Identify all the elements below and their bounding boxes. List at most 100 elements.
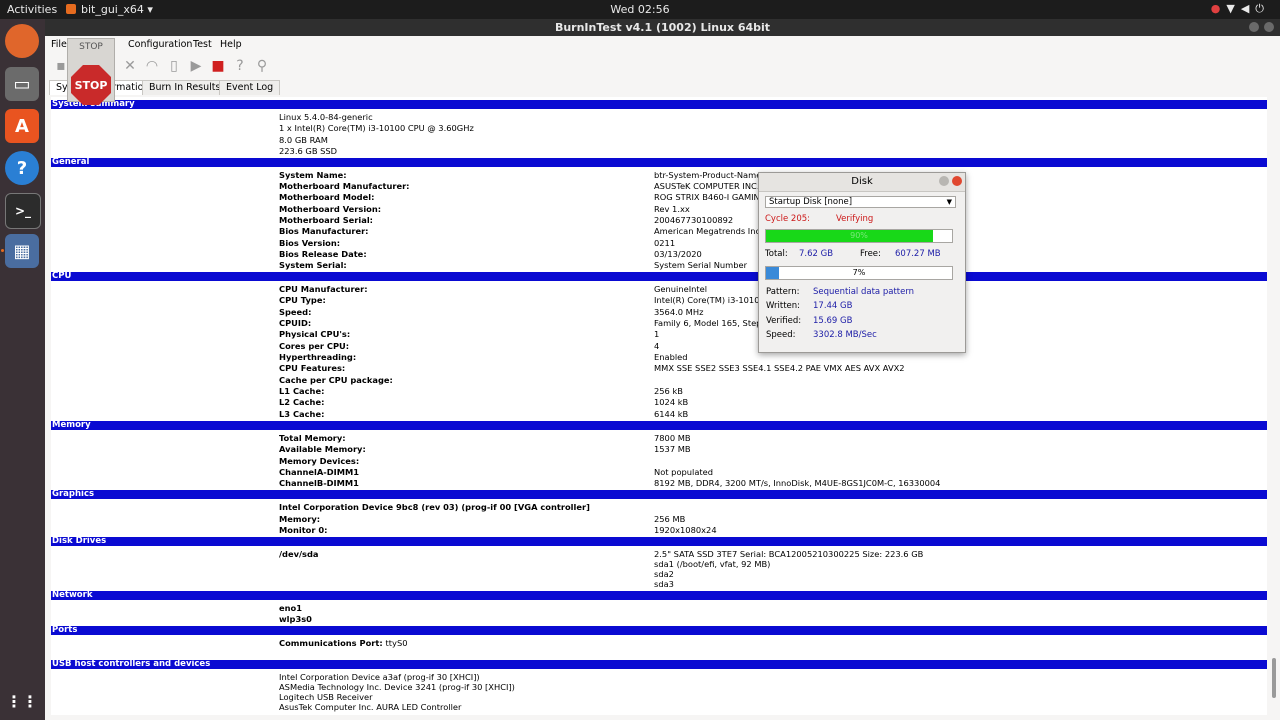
clipboard-icon[interactable]: ▯ bbox=[166, 58, 182, 74]
apps-grid-icon[interactable]: ⋮⋮ bbox=[5, 684, 39, 718]
disk-partition: sda3 bbox=[654, 579, 674, 589]
disk-select-dropdown[interactable]: Startup Disk [none] ▼ bbox=[765, 196, 956, 208]
speed-label: Speed: bbox=[766, 330, 796, 340]
menu-bar: File Configuration Test Help bbox=[45, 36, 1280, 53]
help-icon[interactable]: ? bbox=[5, 151, 39, 185]
general-value: ASUSTeK COMPUTER INC. bbox=[654, 181, 760, 191]
cpu-label: Speed: bbox=[279, 307, 312, 317]
menu-file[interactable]: File bbox=[51, 39, 67, 50]
memory-label: ChannelB-DIMM1 bbox=[279, 478, 359, 488]
general-value: 0211 bbox=[654, 238, 676, 248]
general-label: System Name: bbox=[279, 170, 347, 180]
cpu-value: Intel(R) Core(TM) i3-10100 bbox=[654, 295, 765, 305]
activities-button[interactable]: Activities bbox=[7, 3, 57, 16]
total-label: Total: bbox=[765, 249, 788, 259]
written-value: 17.44 GB bbox=[813, 301, 853, 311]
disk-minimize-button[interactable] bbox=[939, 176, 949, 186]
disk-close-button[interactable] bbox=[952, 176, 962, 186]
system-tray[interactable]: ●▼◀⏻ bbox=[1211, 2, 1270, 16]
tab-burn-in-results[interactable]: Burn In Results bbox=[142, 80, 228, 95]
cpu-value: Family 6, Model 165, Step bbox=[654, 318, 762, 328]
general-value: American Megatrends Inc. bbox=[654, 226, 763, 236]
window-titlebar[interactable]: BurnInTest v4.1 (1002) Linux 64bit bbox=[45, 19, 1280, 36]
free-label: Free: bbox=[860, 249, 881, 259]
summary-line: 1 x Intel(R) Core(TM) i3-10100 CPU @ 3.6… bbox=[279, 123, 474, 133]
section-header-disk-drives: Disk Drives bbox=[51, 537, 1267, 546]
cpu-value: 3564.0 MHz bbox=[654, 307, 704, 317]
section-header-cpu: CPU bbox=[51, 272, 1267, 281]
app-menu[interactable]: bit_gui_x64 ▾ bbox=[66, 3, 153, 16]
general-label: System Serial: bbox=[279, 260, 347, 270]
terminal-icon[interactable]: >_ bbox=[5, 193, 41, 229]
play-icon[interactable]: ▶ bbox=[188, 58, 204, 74]
camera-icon: ● bbox=[1210, 2, 1227, 15]
cpu-value: 1024 kB bbox=[654, 397, 689, 407]
general-label: Bios Release Date: bbox=[279, 249, 367, 259]
free-value: 607.27 MB bbox=[895, 249, 941, 259]
window-title: BurnInTest v4.1 (1002) Linux 64bit bbox=[554, 21, 771, 34]
section-header-ports: Ports bbox=[51, 626, 1267, 635]
scrollbar-thumb[interactable] bbox=[1272, 658, 1276, 698]
disk-test-window: Disk Startup Disk [none] ▼ Cycle 205: Ve… bbox=[758, 172, 966, 353]
menu-test[interactable]: Test bbox=[193, 39, 212, 50]
memory-label: Memory Devices: bbox=[279, 456, 360, 466]
ports-value: ttyS0 bbox=[385, 638, 408, 648]
graphics-label: Monitor 0: bbox=[279, 525, 328, 535]
general-label: Motherboard Version: bbox=[279, 204, 382, 214]
cpu-label: L3 Cache: bbox=[279, 409, 325, 419]
network-interface: eno1 bbox=[279, 603, 303, 613]
written-label: Written: bbox=[766, 301, 801, 311]
volume-icon: ◀ bbox=[1240, 2, 1256, 15]
close-button[interactable] bbox=[1264, 22, 1274, 32]
menu-help[interactable]: Help bbox=[220, 39, 242, 50]
menu-configuration[interactable]: Configuration bbox=[128, 39, 192, 50]
section-header-network: Network bbox=[51, 591, 1267, 600]
memory-value: Not populated bbox=[654, 467, 714, 477]
stop-sign-text: STOP bbox=[74, 78, 108, 92]
burnintest-window: BurnInTest v4.1 (1002) Linux 64bit File … bbox=[45, 19, 1280, 720]
graphics-value: 1920x1080x24 bbox=[654, 525, 717, 535]
power-icon: ⏻ bbox=[1255, 2, 1270, 15]
section-header-general: General bbox=[51, 158, 1267, 167]
summary-line: 223.6 GB SSD bbox=[279, 146, 338, 156]
cancel-icon[interactable]: ✕ bbox=[122, 58, 138, 74]
general-value: System Serial Number bbox=[654, 260, 748, 270]
stop-square-icon[interactable]: ■ bbox=[210, 58, 226, 74]
cpu-label: CPUID: bbox=[279, 318, 312, 328]
help-circle-icon[interactable]: ? bbox=[232, 58, 248, 74]
verified-label: Verified: bbox=[766, 316, 802, 326]
section-header-memory: Memory bbox=[51, 421, 1267, 430]
files-icon[interactable]: ▭ bbox=[5, 67, 39, 101]
general-value: ROG STRIX B460-I GAMING bbox=[654, 192, 767, 202]
stop-test-button[interactable]: STOP STOP bbox=[67, 38, 115, 105]
memory-value: 7800 MB bbox=[654, 433, 691, 443]
wrench-icon[interactable]: ⚲ bbox=[254, 58, 270, 74]
memory-label: Available Memory: bbox=[279, 444, 366, 454]
stop-sign-icon: STOP bbox=[71, 65, 111, 105]
network-icon: ▼ bbox=[1226, 2, 1241, 15]
disk-partition: sda2 bbox=[654, 569, 674, 579]
cpu-label: Physical CPU's: bbox=[279, 329, 351, 339]
tab-event-log[interactable]: Event Log bbox=[219, 80, 281, 95]
general-label: Motherboard Model: bbox=[279, 192, 375, 202]
memory-value: 1537 MB bbox=[654, 444, 691, 454]
pattern-value: Sequential data pattern bbox=[813, 287, 915, 297]
cpu-label: L2 Cache: bbox=[279, 397, 325, 407]
summary-line: 8.0 GB RAM bbox=[279, 135, 328, 145]
dock: ▭ A ? >_ ▦ ⋮⋮ bbox=[0, 19, 45, 720]
burnintest-icon[interactable]: ▦ bbox=[1, 234, 39, 268]
memory-value: 8192 MB, DDR4, 3200 MT/s, InnoDisk, M4UE… bbox=[654, 478, 941, 488]
cpu-value: GenuineIntel bbox=[654, 284, 708, 294]
clock[interactable]: Wed 02:56 bbox=[610, 3, 669, 16]
cycle-progress-bar: 90% bbox=[765, 229, 953, 243]
minimize-button[interactable] bbox=[1249, 22, 1259, 32]
software-icon[interactable]: A bbox=[5, 109, 39, 143]
firefox-icon[interactable] bbox=[5, 24, 39, 58]
gauge-icon[interactable]: ◠ bbox=[144, 58, 160, 74]
content-scrollbar[interactable] bbox=[1272, 98, 1276, 714]
chevron-down-icon: ▼ bbox=[946, 198, 952, 206]
disk-window-titlebar[interactable]: Disk bbox=[759, 173, 965, 192]
cpu-label: L1 Cache: bbox=[279, 386, 325, 396]
usb-device: AsusTek Computer Inc. AURA LED Controlle… bbox=[279, 702, 462, 712]
cpu-label: CPU Features: bbox=[279, 363, 346, 373]
